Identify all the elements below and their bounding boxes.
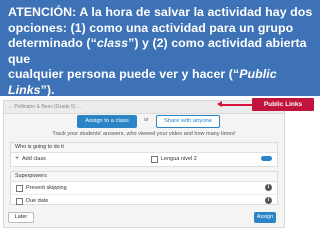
banner-class-term: class xyxy=(96,36,129,50)
banner-line-3: determinado (“class”) y (2) como activid… xyxy=(8,36,314,67)
class-checkbox[interactable] xyxy=(151,156,158,163)
share-with-anyone-button[interactable]: Share with anyone xyxy=(156,115,220,128)
assign-button[interactable]: Assign xyxy=(254,212,276,223)
add-class-button[interactable]: Add class xyxy=(22,153,46,165)
screenshot-topbar: ← Pollinator & Bees (Grade 5) ... xyxy=(4,101,284,114)
callout-arrow-head xyxy=(217,101,222,107)
banner-line-4-end: ”). xyxy=(40,82,55,97)
superpowers-heading: Superpowers xyxy=(11,172,277,182)
class-name: Lengua nivel 2 xyxy=(161,156,197,162)
due-date-label: Due date xyxy=(26,198,49,204)
track-description: Track your students' answers, who viewed… xyxy=(52,131,236,137)
banner-line-1: ATENCIÓN: A la hora de salvar la activid… xyxy=(8,5,313,19)
who-heading: Who is going to do it xyxy=(11,143,277,153)
due-date-row: Due date i xyxy=(11,194,277,207)
who-panel: Who is going to do it + Add class Lengua… xyxy=(10,142,278,167)
assign-to-class-button[interactable]: Assign to a class xyxy=(77,115,137,128)
plus-icon: + xyxy=(15,155,20,162)
prevent-skipping-label: Prevent skipping xyxy=(26,185,67,191)
later-button[interactable]: Later xyxy=(8,212,34,223)
embedded-screenshot: ← Pollinator & Bees (Grade 5) ... Assign… xyxy=(3,100,285,228)
attention-banner: ATENCIÓN: A la hora de salvar la activid… xyxy=(0,0,320,98)
banner-line-3-start: determinado (“ xyxy=(8,36,97,50)
info-icon[interactable]: i xyxy=(265,184,272,191)
prevent-skipping-checkbox[interactable] xyxy=(16,185,23,192)
callout-arrow-line xyxy=(219,104,253,106)
info-icon[interactable]: i xyxy=(265,197,272,204)
prevent-skipping-row: Prevent skipping i xyxy=(11,182,277,194)
public-links-callout: Public Links xyxy=(252,98,314,111)
class-toggle[interactable] xyxy=(261,156,272,161)
banner-line-4: cualquier persona puede ver y hacer (“Pu… xyxy=(8,67,314,98)
or-label: or xyxy=(144,117,149,123)
banner-line-2: opciones: (1) como una actividad para un… xyxy=(8,20,294,35)
superpowers-panel: Superpowers Prevent skipping i Due date … xyxy=(10,171,278,205)
banner-line-4-start: cualquier persona puede ver y hacer (“ xyxy=(8,67,240,81)
due-date-checkbox[interactable] xyxy=(16,198,23,205)
add-class-row: + Add class Lengua nivel 2 xyxy=(11,153,277,165)
